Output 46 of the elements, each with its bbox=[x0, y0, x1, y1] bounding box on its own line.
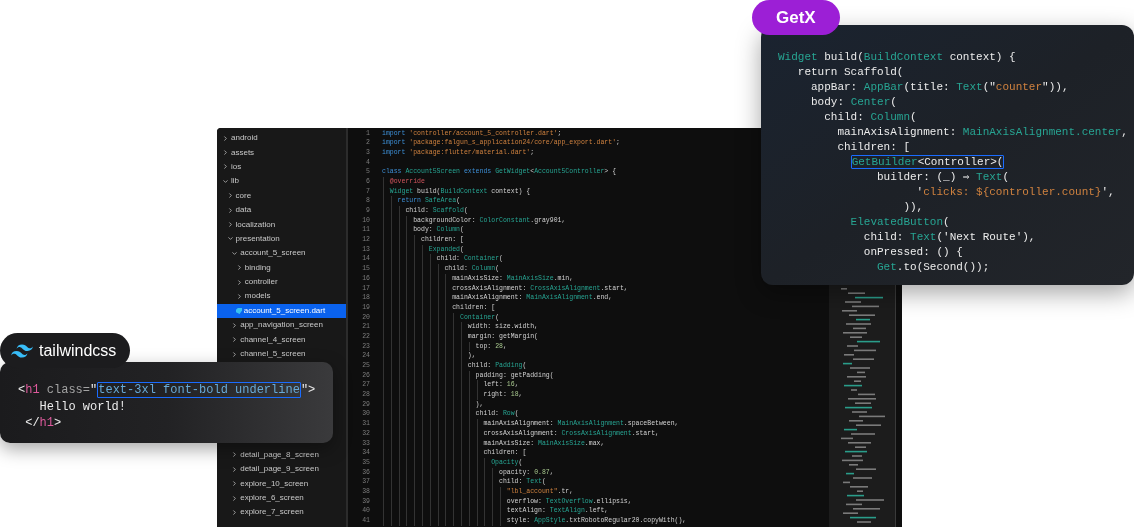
file-tree-item[interactable]: channel_4_screen bbox=[217, 332, 346, 347]
code-line: ElevatedButton( bbox=[849, 216, 950, 228]
file-tree-item[interactable]: explore_6_screen bbox=[217, 490, 346, 506]
code-line: Hello world! bbox=[38, 399, 127, 414]
file-tree-item[interactable]: channel_5_screen bbox=[217, 346, 346, 362]
file-tree-item[interactable]: detail_page_8_screen bbox=[217, 447, 346, 463]
code-line: return Scaffold( bbox=[796, 66, 904, 78]
file-tree-item[interactable]: account_5_screen bbox=[217, 246, 346, 261]
file-tree-item[interactable]: ios bbox=[217, 159, 346, 175]
code-line: appBar: AppBar(title: Text("counter")), bbox=[810, 81, 1069, 93]
code-line: </h1> bbox=[24, 416, 62, 430]
badge-label: tailwindcss bbox=[39, 340, 117, 361]
file-tree-item[interactable]: presentation bbox=[217, 231, 346, 247]
code-line: body: Center( bbox=[810, 96, 897, 108]
code-line: )), bbox=[902, 201, 924, 213]
file-tree-item[interactable]: explore_7_screen bbox=[217, 505, 346, 520]
file-tree-item[interactable]: controller bbox=[217, 274, 346, 290]
code-line: Widget build(BuildContext context) { bbox=[778, 51, 1016, 63]
highlighted-code: text-3xl font-bold underline bbox=[97, 382, 301, 398]
highlighted-code: GetBuilder<Controller>( bbox=[850, 155, 1005, 169]
code-text: "> bbox=[300, 383, 316, 397]
file-tree-item[interactable]: lib bbox=[217, 174, 346, 189]
file-tree-item[interactable]: account_5_screen.dart bbox=[217, 303, 346, 319]
file-tree-item[interactable]: assets bbox=[217, 145, 346, 160]
code-line: child: Column( bbox=[823, 111, 917, 123]
chevron-down-icon bbox=[222, 177, 229, 185]
code-line: child: Text('Next Route'), bbox=[862, 231, 1036, 243]
code-line: children: [ bbox=[836, 141, 911, 153]
wave-logo-icon bbox=[11, 343, 33, 358]
file-tree-item[interactable]: explore_10_screen bbox=[217, 476, 346, 491]
code-line: mainAxisAlignment: MainAxisAlignment.center, bbox=[836, 126, 1128, 138]
code-line: builder: (_) ⇒ Text( bbox=[876, 171, 1010, 183]
file-tree-item[interactable]: app_navigation_screen bbox=[217, 318, 346, 333]
code-line: 'clicks: ${controller.count}', bbox=[915, 186, 1115, 198]
file-tree-item[interactable]: binding bbox=[217, 260, 346, 275]
file-tree-item[interactable]: android bbox=[217, 131, 346, 146]
code-line: onPressed: () { bbox=[862, 246, 963, 258]
code-text: <h1 class=" bbox=[18, 383, 98, 397]
getx-badge: GetX bbox=[752, 0, 840, 35]
file-tree-item[interactable]: models bbox=[217, 289, 346, 304]
file-tree-item[interactable]: localization bbox=[217, 217, 346, 232]
code-line: Get.to(Second()); bbox=[876, 261, 990, 273]
file-tree-item[interactable]: core bbox=[217, 188, 346, 203]
file-tree-item[interactable]: data bbox=[217, 202, 346, 218]
file-icon bbox=[235, 307, 242, 314]
file-tree-item[interactable]: detail_page_9_screen bbox=[217, 462, 346, 477]
